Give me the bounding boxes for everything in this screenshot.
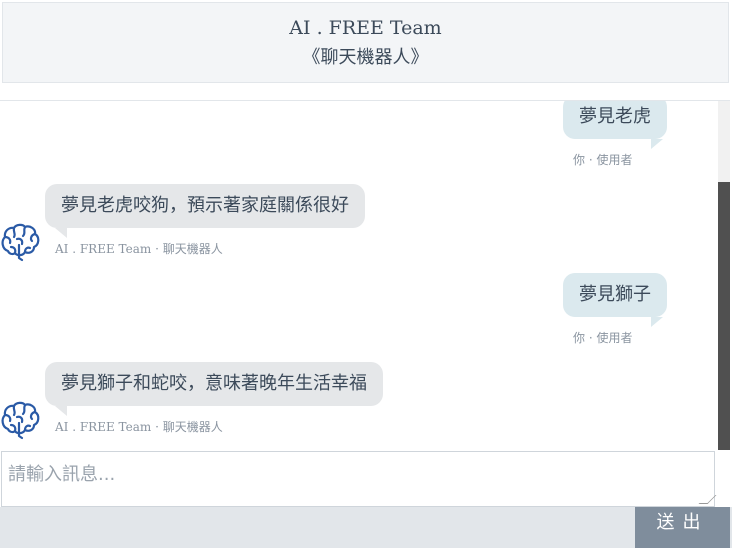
bubble-tail xyxy=(651,139,663,149)
bubble-tail xyxy=(55,228,67,238)
message-text: 夢見獅子和蛇咬，意味著晚年生活幸福 xyxy=(61,373,367,394)
message-text: 夢見老虎咬狗，預示著家庭關係很好 xyxy=(61,195,349,216)
message-meta: 你 · 使用者 xyxy=(573,331,633,345)
user-message-bubble: 夢見老虎 xyxy=(563,101,667,139)
chat-header: AI . FREE Team 《聊天機器人》 xyxy=(2,2,729,83)
message-meta: AI . FREE Team · 聊天機器人 xyxy=(55,242,223,256)
brain-icon xyxy=(1,223,40,262)
chat-history[interactable]: 夢見老虎 你 · 使用者 夢見老虎咬狗，預示著家庭關係很好 AI . FREE … xyxy=(0,101,718,450)
brain-icon xyxy=(1,401,40,440)
header-divider xyxy=(0,83,730,101)
bubble-tail xyxy=(651,317,663,327)
message-input-container xyxy=(1,451,717,507)
send-button[interactable]: 送出 xyxy=(635,507,730,548)
header-title: AI . FREE Team xyxy=(289,17,442,39)
input-footer-bar xyxy=(0,507,732,548)
header-subtitle: 《聊天機器人》 xyxy=(302,47,429,68)
user-message-bubble: 夢見獅子 xyxy=(563,273,667,317)
message-text: 夢見老虎 xyxy=(579,106,651,127)
scrollbar-thumb[interactable] xyxy=(718,182,730,450)
chat-scrollbar[interactable] xyxy=(718,101,730,450)
bot-message-bubble: 夢見獅子和蛇咬，意味著晚年生活幸福 xyxy=(45,362,383,406)
message-meta: 你 · 使用者 xyxy=(573,153,633,167)
message-text: 夢見獅子 xyxy=(579,284,651,305)
bot-message-bubble: 夢見老虎咬狗，預示著家庭關係很好 xyxy=(45,184,365,228)
bubble-tail xyxy=(55,406,67,416)
message-input[interactable] xyxy=(2,452,714,506)
message-meta: AI . FREE Team · 聊天機器人 xyxy=(55,420,223,434)
